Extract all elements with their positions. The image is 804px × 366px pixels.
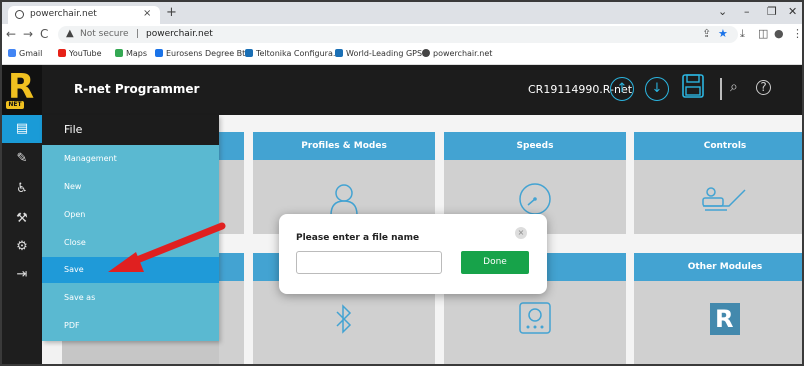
share-icon[interactable]: ⇪ xyxy=(702,27,711,40)
youtube-icon xyxy=(58,49,66,57)
header-divider xyxy=(720,78,722,100)
menu-item-save-as[interactable]: Save as xyxy=(42,285,219,311)
bookmark-maps[interactable]: Maps xyxy=(115,49,147,58)
bookmark-gps[interactable]: World-Leading GPS... xyxy=(335,49,430,58)
app-header: R NET R-net Programmer CR19114990.R-net … xyxy=(2,65,802,115)
done-button[interactable]: Done xyxy=(461,251,529,274)
forward-icon[interactable]: → xyxy=(23,27,33,41)
warning-icon: ▲ xyxy=(66,28,74,39)
menu-item-open[interactable]: Open xyxy=(42,202,219,228)
browser-tab[interactable]: powerchair.net × xyxy=(8,6,160,24)
minimize-icon[interactable]: – xyxy=(744,5,750,18)
menu-item-new[interactable]: New xyxy=(42,174,219,200)
omnibox[interactable]: ▲ Not secure | powerchair.net xyxy=(58,26,738,43)
url-separator: | xyxy=(136,29,140,39)
save-disk-icon[interactable] xyxy=(682,74,704,98)
file-menu: File Management New Open Close Save Save… xyxy=(42,115,219,341)
sidepanel-icon[interactable]: ◫ xyxy=(758,27,768,40)
download-icon[interactable]: ⤓ xyxy=(740,27,745,41)
google-icon xyxy=(8,49,16,57)
pencil-icon[interactable]: ✎ xyxy=(2,145,42,173)
maximize-icon[interactable]: ❐ xyxy=(767,5,777,18)
address-bar: ← → C ▲ Not secure | powerchair.net ⇪ ★ … xyxy=(2,24,802,46)
menu-icon[interactable]: ⋮ xyxy=(792,27,802,40)
left-rail: ▤ ✎ ♿ ⚒ ⚙ ⇥ xyxy=(2,115,42,364)
rnet-logo: R NET xyxy=(2,65,42,115)
bookmark-gmail[interactable]: Gmail xyxy=(8,49,42,58)
tab-title: powerchair.net xyxy=(30,9,97,19)
globe-icon xyxy=(422,49,430,57)
close-window-icon[interactable]: ✕ xyxy=(788,5,797,18)
bookmark-eurosens[interactable]: Eurosens Degree Bt... xyxy=(155,49,253,58)
reload-icon[interactable]: C xyxy=(40,27,48,41)
bookmark-star-icon[interactable]: ★ xyxy=(718,27,728,40)
dialog-title: Please enter a file name xyxy=(296,233,420,243)
file-icon[interactable]: ▤ xyxy=(2,115,42,143)
back-icon[interactable]: ← xyxy=(6,27,16,41)
search-icon[interactable]: ⌕ xyxy=(730,79,738,95)
bookmark-powerchair[interactable]: powerchair.net xyxy=(422,49,492,58)
close-tab-icon[interactable]: × xyxy=(143,8,151,19)
upload-icon[interactable]: ↑ xyxy=(610,77,634,101)
bookmarks-bar: Gmail YouTube Maps Eurosens Degree Bt...… xyxy=(2,46,802,65)
close-icon[interactable]: × xyxy=(515,227,527,239)
tab-strip: powerchair.net × + ⌄ – ❐ ✕ xyxy=(2,2,802,24)
menu-item-save[interactable]: Save xyxy=(42,257,219,283)
chevron-down-icon[interactable]: ⌄ xyxy=(718,5,727,18)
app-title: R-net Programmer xyxy=(74,82,200,96)
menu-item-close[interactable]: Close xyxy=(42,230,219,256)
wheelchair-icon[interactable]: ♿ xyxy=(2,175,42,203)
gear-icon[interactable]: ⚙ xyxy=(2,233,42,261)
maps-icon xyxy=(115,49,123,57)
wrench-icon[interactable]: ⚒ xyxy=(2,205,42,233)
browser-window: powerchair.net × + ⌄ – ❐ ✕ ← → C ▲ Not s… xyxy=(2,2,802,364)
menu-item-management[interactable]: Management xyxy=(42,146,219,172)
file-name-dialog: Please enter a file name × Done xyxy=(279,214,547,294)
teltonika-icon xyxy=(245,49,253,57)
url-text[interactable]: powerchair.net xyxy=(146,29,213,39)
bookmark-teltonika[interactable]: Teltonika Configura... xyxy=(245,49,341,58)
download-icon[interactable]: ↓ xyxy=(645,77,669,101)
teltonika-icon xyxy=(335,49,343,57)
security-label: Not secure xyxy=(80,29,129,39)
eurosens-icon xyxy=(155,49,163,57)
file-name-input[interactable] xyxy=(296,251,442,274)
new-tab-button[interactable]: + xyxy=(166,5,177,20)
profile-icon[interactable]: ● xyxy=(774,27,784,40)
help-icon[interactable]: ? xyxy=(756,80,771,95)
menu-item-pdf[interactable]: PDF xyxy=(42,313,219,339)
bookmark-youtube[interactable]: YouTube xyxy=(58,49,102,58)
file-menu-header: File xyxy=(42,115,219,145)
globe-icon xyxy=(15,10,24,19)
logout-icon[interactable]: ⇥ xyxy=(2,261,42,289)
